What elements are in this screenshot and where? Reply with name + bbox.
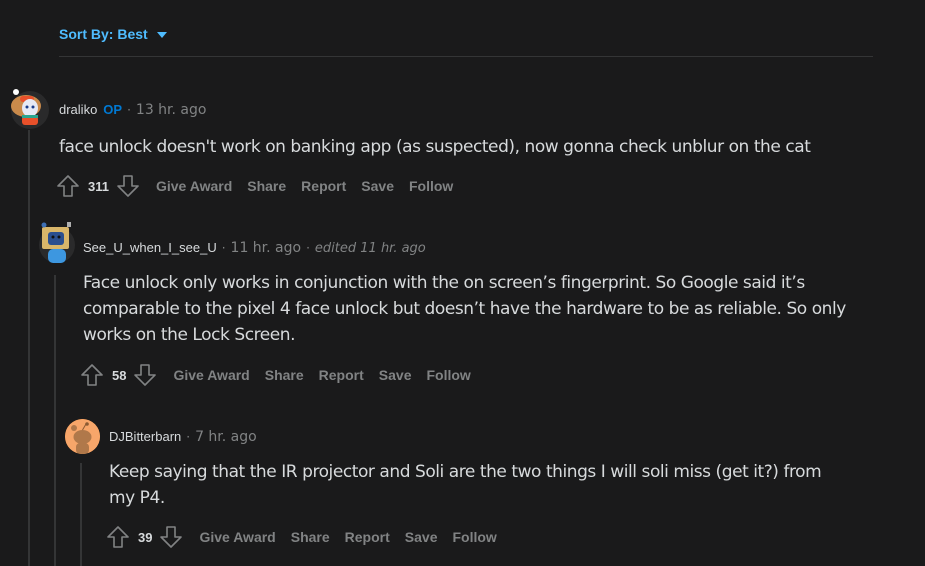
author-link[interactable]: draliko bbox=[59, 102, 97, 117]
vote-score: 39 bbox=[138, 529, 153, 545]
comment-body: face unlock doesn't work on banking app … bbox=[59, 137, 811, 157]
timestamp[interactable]: 7 hr. ago bbox=[195, 429, 257, 445]
avatar[interactable] bbox=[8, 86, 49, 129]
follow-button[interactable]: Follow bbox=[452, 529, 496, 545]
timestamp[interactable]: 13 hr. ago bbox=[136, 102, 207, 118]
follow-button[interactable]: Follow bbox=[409, 178, 453, 194]
report-button[interactable]: Report bbox=[319, 367, 364, 383]
comment-meta: draliko OP · 13 hr. ago bbox=[59, 102, 206, 118]
avatar-snoo-icon bbox=[39, 222, 75, 263]
upvote-icon[interactable] bbox=[80, 363, 104, 387]
comment-body: Face unlock only works in conjunction wi… bbox=[83, 273, 846, 345]
sort-label: Sort By: Best bbox=[59, 26, 148, 42]
downvote-icon[interactable] bbox=[133, 363, 157, 387]
separator: · bbox=[306, 241, 310, 255]
avatar-snoo-icon bbox=[65, 419, 100, 454]
upvote-icon[interactable] bbox=[56, 174, 80, 198]
sort-dropdown[interactable]: Sort By: Best bbox=[59, 26, 167, 42]
comment-body: Keep saying that the IR projector and So… bbox=[109, 462, 822, 508]
timestamp[interactable]: 11 hr. ago bbox=[231, 240, 302, 256]
give-award-button[interactable]: Give Award bbox=[156, 178, 232, 194]
give-award-button[interactable]: Give Award bbox=[199, 529, 275, 545]
vote-score: 311 bbox=[88, 178, 109, 194]
downvote-icon[interactable] bbox=[159, 525, 183, 549]
comment-actions: 311 Give Award Share Report Save Follow bbox=[56, 173, 453, 199]
author-link[interactable]: See_U_when_I_see_U bbox=[83, 240, 217, 255]
follow-button[interactable]: Follow bbox=[426, 367, 470, 383]
separator: · bbox=[221, 241, 226, 255]
save-button[interactable]: Save bbox=[361, 178, 394, 194]
caret-down-icon bbox=[156, 32, 167, 38]
give-award-button[interactable]: Give Award bbox=[173, 367, 249, 383]
comment-actions: 39 Give Award Share Report Save Follow bbox=[106, 524, 497, 550]
save-button[interactable]: Save bbox=[405, 529, 438, 545]
report-button[interactable]: Report bbox=[301, 178, 346, 194]
op-badge: OP bbox=[103, 102, 123, 117]
separator: · bbox=[127, 103, 131, 117]
sort-bar: Sort By: Best bbox=[59, 24, 873, 57]
edited-label: edited 11 hr. ago bbox=[314, 241, 426, 256]
avatar[interactable] bbox=[65, 419, 100, 454]
comment-meta: DJBitterbarn · 7 hr. ago bbox=[109, 429, 257, 445]
thread-line-level-3[interactable] bbox=[80, 463, 82, 566]
report-button[interactable]: Report bbox=[345, 529, 390, 545]
share-button[interactable]: Share bbox=[247, 178, 286, 194]
thread-line-level-1[interactable] bbox=[28, 130, 30, 566]
share-button[interactable]: Share bbox=[265, 367, 304, 383]
save-button[interactable]: Save bbox=[379, 367, 412, 383]
comment-meta: See_U_when_I_see_U · 11 hr. ago · edited… bbox=[83, 240, 426, 256]
comment-actions: 58 Give Award Share Report Save Follow bbox=[80, 362, 471, 388]
vote-score: 58 bbox=[112, 367, 127, 383]
upvote-icon[interactable] bbox=[106, 525, 130, 549]
share-button[interactable]: Share bbox=[291, 529, 330, 545]
separator: · bbox=[186, 430, 191, 444]
author-link[interactable]: DJBitterbarn bbox=[109, 429, 181, 444]
downvote-icon[interactable] bbox=[116, 174, 140, 198]
avatar[interactable] bbox=[38, 222, 76, 263]
thread-line-level-2[interactable] bbox=[54, 275, 56, 566]
avatar-snoo-icon bbox=[11, 89, 49, 129]
